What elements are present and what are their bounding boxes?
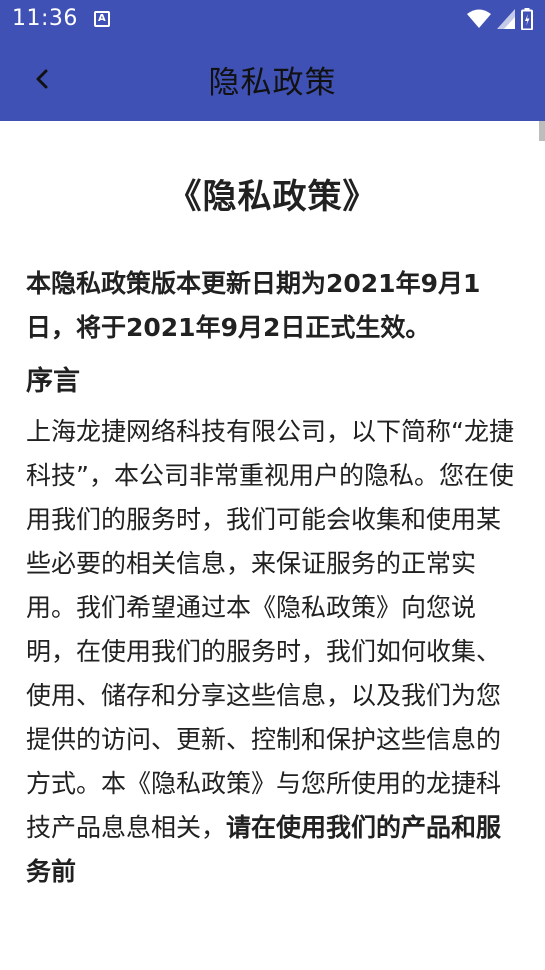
- preface-text: 上海龙捷网络科技有限公司，以下简称“龙捷科技”，本公司非常重视用户的隐私。您在使…: [26, 417, 514, 842]
- back-button[interactable]: [18, 57, 66, 101]
- chevron-left-icon: [36, 69, 48, 89]
- section-heading-preface: 序言: [26, 366, 80, 397]
- wifi-icon: [467, 9, 491, 28]
- preface-paragraph: 上海龙捷网络科技有限公司，以下简称“龙捷科技”，本公司非常重视用户的隐私。您在使…: [26, 410, 519, 894]
- app-bar: 隐私政策: [0, 37, 545, 121]
- status-time: 11:36: [12, 6, 78, 31]
- status-bar: 11:36 A: [0, 0, 545, 37]
- page-title: 隐私政策: [208, 64, 337, 101]
- cell-signal-icon: [497, 8, 515, 29]
- document-title: 《隐私政策》: [167, 177, 378, 217]
- battery-icon: [521, 7, 533, 30]
- scrollbar[interactable]: [539, 121, 545, 141]
- a-notification-icon: A: [93, 10, 110, 27]
- status-icons: [467, 7, 533, 30]
- privacy-policy-content[interactable]: 《隐私政策》 本隐私政策版本更新日期为2021年9月1日，将于2021年9月2日…: [0, 121, 545, 970]
- update-date-note: 本隐私政策版本更新日期为2021年9月1日，将于2021年9月2日正式生效。: [26, 269, 481, 342]
